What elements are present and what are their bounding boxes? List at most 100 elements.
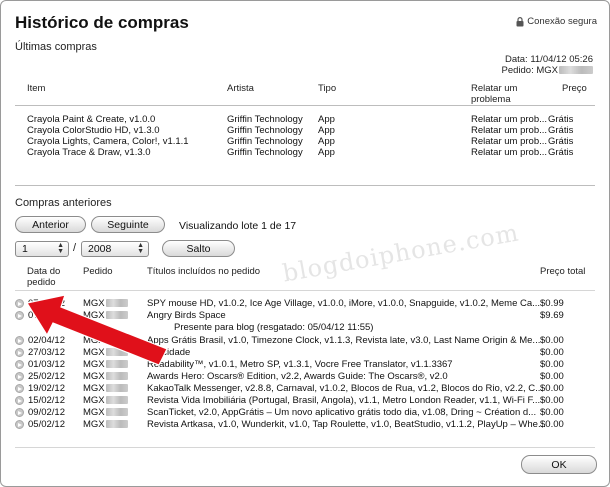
date-separator: / — [73, 242, 77, 254]
report-problem-link[interactable]: Relatar um prob... — [471, 136, 547, 147]
header-total-price: Preço total — [540, 266, 586, 277]
lock-icon — [516, 16, 524, 26]
row-date: 09/02/12 — [28, 407, 65, 418]
recent-artist: Griffin Technology — [227, 114, 303, 125]
year-select-value: 2008 — [88, 243, 112, 255]
recent-price: Grátis — [548, 147, 574, 158]
secure-connection: Conexão segura — [516, 16, 597, 27]
row-total: $0.00 — [540, 395, 564, 406]
recent-item: Crayola Trace & Draw, v1.3.0 — [27, 147, 151, 158]
row-date: 19/02/12 — [28, 383, 65, 394]
secure-label: Conexão segura — [527, 16, 597, 27]
header-item: Item — [27, 83, 46, 94]
recent-heading: Últimas compras — [15, 41, 97, 53]
row-total: $0.99 — [540, 298, 564, 309]
year-select[interactable]: 2008 ▲ ▼ — [81, 241, 149, 257]
header-titles: Títulos incluídos no pedido — [147, 266, 261, 277]
row-order: MGX — [83, 383, 128, 394]
recent-type: App — [318, 147, 335, 158]
order-id: Pedido: MGX — [501, 65, 593, 76]
previous-batch-button[interactable]: Anterior — [15, 216, 86, 233]
row-total: $9.69 — [540, 310, 564, 321]
order-id-value: MGX — [536, 65, 558, 76]
row-titles: Awards Hero: Oscars® Edition, v2.2, Awar… — [147, 371, 448, 382]
row-total: $0.00 — [540, 419, 564, 430]
purchase-history-window: Histórico de compras Conexão segura Últi… — [0, 0, 610, 487]
header-report: Relatar um problema — [471, 83, 518, 105]
header-type: Tipo — [318, 83, 337, 94]
redacted-order-id — [105, 384, 128, 393]
report-problem-link[interactable]: Relatar um prob... — [471, 125, 547, 136]
report-problem-link[interactable]: Relatar um prob... — [471, 147, 547, 158]
row-titles: ScanTicket, v2.0, AppGrátis – Um novo ap… — [147, 407, 537, 418]
row-titles: Revista Artkasa, v1.0, Wunderkit, v1.0, … — [147, 419, 546, 430]
row-expand-arrow-icon[interactable] — [15, 408, 24, 417]
row-date: 25/02/12 — [28, 371, 65, 382]
previous-heading: Compras anteriores — [15, 197, 112, 209]
row-titles: SPY mouse HD, v1.0.2, Ice Age Village, v… — [147, 298, 541, 309]
row-order: MGX — [83, 407, 128, 418]
recent-artist: Griffin Technology — [227, 136, 303, 147]
jump-button[interactable]: Salto — [162, 240, 235, 257]
updown-arrows-icon: ▲ ▼ — [57, 242, 64, 255]
recent-item: Crayola Paint & Create, v1.0.0 — [27, 114, 156, 125]
row-total: $0.00 — [540, 407, 564, 418]
order-date-value: 11/04/12 05:26 — [530, 54, 593, 65]
row-total: $0.00 — [540, 383, 564, 394]
month-select[interactable]: 1 ▲ ▼ — [15, 241, 69, 257]
ok-button[interactable]: OK — [521, 455, 597, 474]
row-total: $0.00 — [540, 359, 564, 370]
row-expand-arrow-icon[interactable] — [15, 372, 24, 381]
row-titles: KakaoTalk Messenger, v2.8.8, Carnaval, v… — [147, 383, 544, 394]
watermark: blogdoiphone.com — [280, 218, 522, 288]
recent-artist: Griffin Technology — [227, 125, 303, 136]
header-price: Preço — [562, 83, 587, 94]
row-titles: Apps Grátis Brasil, v1.0, Timezone Clock… — [147, 335, 541, 346]
recent-price: Grátis — [548, 136, 574, 147]
header-divider — [15, 105, 595, 106]
month-select-value: 1 — [22, 243, 28, 255]
order-date: Data: 11/04/12 05:26 — [505, 54, 593, 65]
recent-artist: Griffin Technology — [227, 147, 303, 158]
row-total: $0.00 — [540, 347, 564, 358]
header-artist: Artista — [227, 83, 254, 94]
row-total: $0.00 — [540, 371, 564, 382]
row-order-value: MGX — [83, 419, 105, 430]
recent-item: Crayola Lights, Camera, Color!, v1.1.1 — [27, 136, 189, 147]
row-order: MGX — [83, 395, 128, 406]
header-order: Pedido — [83, 266, 113, 277]
recent-item: Crayola ColorStudio HD, v1.3.0 — [27, 125, 160, 136]
redacted-order-id — [559, 66, 593, 75]
row-order: MGX — [83, 419, 128, 430]
row-date: 05/02/12 — [28, 419, 65, 430]
row-titles: Readability™, v1.0.1, Metro SP, v1.3.1, … — [147, 359, 453, 370]
row-order: MGX — [83, 371, 128, 382]
row-titles: Revista Vida Imobiliária (Portugal, Bras… — [147, 395, 541, 406]
recent-type: App — [318, 114, 335, 125]
redacted-order-id — [105, 408, 128, 417]
header-order-date: Data do pedido — [27, 266, 61, 288]
row-expand-arrow-icon[interactable] — [15, 420, 24, 429]
redacted-order-id — [105, 372, 128, 381]
window-title: Histórico de compras — [15, 13, 189, 32]
order-date-label: Data: — [504, 54, 528, 65]
row-total: $0.00 — [540, 335, 564, 346]
row-order-value: MGX — [83, 371, 105, 382]
recent-type: App — [318, 125, 335, 136]
row-order-value: MGX — [83, 407, 105, 418]
footer-divider — [15, 447, 595, 448]
row-date: 15/02/12 — [28, 395, 65, 406]
row-expand-arrow-icon[interactable] — [15, 396, 24, 405]
annotation-arrow-icon — [26, 294, 168, 366]
report-problem-link[interactable]: Relatar um prob... — [471, 114, 547, 125]
recent-type: App — [318, 136, 335, 147]
gift-note: Presente para blog (resgatado: 05/04/12 … — [174, 322, 374, 333]
next-batch-button[interactable]: Seguinte — [91, 216, 165, 233]
redacted-order-id — [105, 396, 128, 405]
recent-price: Grátis — [548, 125, 574, 136]
updown-arrows-icon: ▲ ▼ — [137, 242, 144, 255]
redacted-order-id — [105, 420, 128, 429]
batch-indicator: Visualizando lote 1 de 17 — [179, 220, 297, 232]
row-expand-arrow-icon[interactable] — [15, 384, 24, 393]
recent-price: Grátis — [548, 114, 574, 125]
